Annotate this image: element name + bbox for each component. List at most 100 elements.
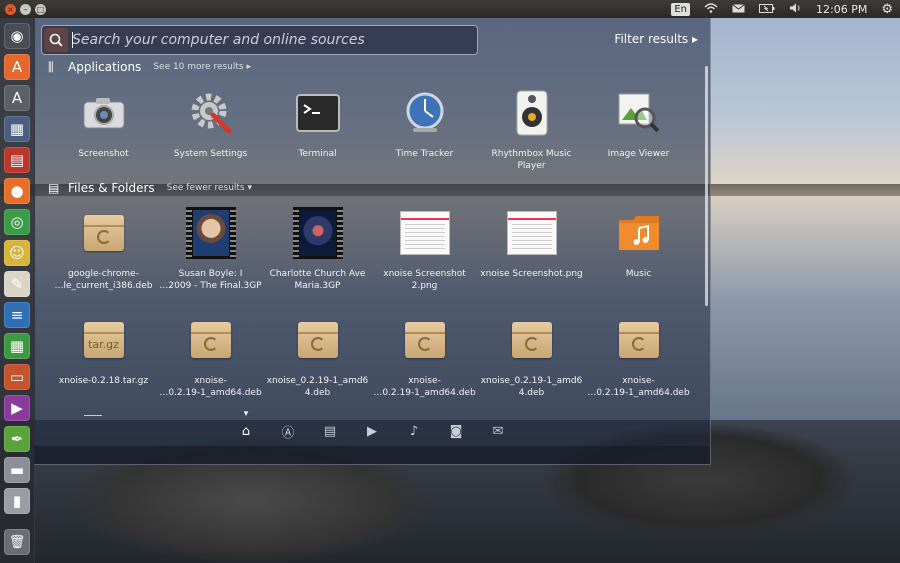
launcher-drive[interactable]: ▬ <box>4 457 30 483</box>
wifi-icon[interactable] <box>704 2 718 16</box>
filter-results-button[interactable]: Filter results ▸ <box>614 32 698 46</box>
file-label: google-chrome- …le_current_i386.deb <box>54 269 153 291</box>
application-label: Time Tracker <box>395 149 454 159</box>
clock[interactable]: 12:06 PM <box>816 3 867 16</box>
files-lens-icon[interactable]: ▤ <box>309 424 351 439</box>
file-tile[interactable]: Susan Boyle: I …2009 - The Final.3GP <box>157 207 264 292</box>
dash: Filter results ▸ ⫼ Applications See 10 m… <box>34 18 711 465</box>
launcher-calendar[interactable]: ▤ <box>4 147 30 173</box>
preview-toolbar <box>400 218 449 220</box>
search-icon[interactable] <box>44 28 68 52</box>
files-category-icon: ▤ <box>48 181 60 195</box>
launcher-workspace-switcher[interactable]: ▦ <box>4 116 30 142</box>
launcher-chrome[interactable]: ◎ <box>4 209 30 235</box>
chrome-icon: ◎ <box>10 212 24 231</box>
video-player-icon: ▶ <box>11 398 23 417</box>
file-tile[interactable]: xnoise_0.2.19-1_amd6 4.deb <box>478 315 585 399</box>
package-box <box>618 322 659 358</box>
file-tile[interactable]: xnoise- …0.2.19-1_amd64.deb <box>157 315 264 399</box>
video-still <box>192 210 229 256</box>
see-more-results-link[interactable]: See 10 more results ▸ <box>153 62 251 72</box>
deb-package-icon <box>507 315 557 365</box>
firefox-icon: ● <box>10 181 24 200</box>
video-lens-icon[interactable]: ▶ <box>351 424 393 439</box>
launcher-trash[interactable]: 🗑 <box>4 529 30 555</box>
launcher-writer[interactable]: ≡ <box>4 302 30 328</box>
package-box: tar.gz <box>83 322 124 358</box>
music-folder-icon <box>614 208 664 258</box>
application-tile[interactable]: Screenshot <box>50 88 157 160</box>
file-tile[interactable]: xnoise Screenshot 2.png <box>371 208 478 292</box>
ubuntu-dash-icon: ◉ <box>10 26 24 45</box>
launcher-firefox[interactable]: ● <box>4 178 30 204</box>
package-box <box>404 322 445 358</box>
file-label: xnoise- …0.2.19-1_amd64.deb <box>159 376 262 398</box>
update-manager-icon: A <box>11 88 23 107</box>
file-label: xnoise-0.2.18.tar.gz <box>58 376 149 386</box>
volume-icon[interactable] <box>789 3 802 16</box>
package-box <box>511 322 552 358</box>
window-close-button[interactable]: × <box>5 3 16 15</box>
application-label: Terminal <box>298 149 337 159</box>
lens-bar: ⌂Ⓐ▤▶♪◙✉ <box>34 409 710 446</box>
indicator-area: En 12:06 PM ⚙ <box>664 0 900 18</box>
search-input[interactable] <box>72 26 472 54</box>
file-label: xnoise Screenshot 2.png <box>383 269 466 291</box>
window-maximize-button[interactable]: □ <box>35 3 46 15</box>
file-tile[interactable]: xnoise_0.2.19-1_amd6 4.deb <box>264 315 371 399</box>
terminal-icon <box>293 88 343 138</box>
video-thumbnail <box>292 207 343 259</box>
debian-swirl <box>417 337 432 351</box>
launcher-update-manager[interactable]: A <box>4 85 30 111</box>
keyboard-layout-indicator[interactable]: En <box>671 2 691 16</box>
preview-content <box>511 224 552 250</box>
screenshot-thumbnail <box>506 208 557 258</box>
music-lens-icon[interactable]: ♪ <box>393 424 435 439</box>
launcher-text-editor[interactable]: ✎ <box>4 271 30 297</box>
calc-icon: ▦ <box>9 336 25 355</box>
file-label: Charlotte Church Ave Maria.3GP <box>269 269 366 291</box>
applications-lens-icon[interactable]: Ⓐ <box>267 422 309 441</box>
see-fewer-results-link[interactable]: See fewer results ▾ <box>167 183 252 193</box>
applications-title: Applications <box>68 60 142 74</box>
dash-edge <box>34 446 710 464</box>
file-tile[interactable]: xnoise Screenshot.png <box>478 208 585 280</box>
launcher-usb-drive[interactable]: ▮ <box>4 488 30 514</box>
video-thumbnail <box>185 207 236 259</box>
application-tile[interactable]: Rhythmbox Music Player <box>478 88 585 172</box>
launcher-ubuntu-dash[interactable]: ◉ <box>4 23 30 49</box>
debian-swirl <box>96 230 111 244</box>
file-tile[interactable]: xnoise- …0.2.19-1_amd64.deb <box>371 315 478 399</box>
window-minimize-button[interactable]: – <box>20 3 31 15</box>
file-tile[interactable]: xnoise- …0.2.19-1_amd64.deb <box>585 315 692 399</box>
file-label: xnoise- …0.2.19-1_amd64.deb <box>373 376 476 398</box>
gear-icon[interactable]: ⚙ <box>881 2 893 17</box>
application-tile[interactable]: Terminal <box>264 88 371 160</box>
video-still <box>299 210 336 256</box>
launcher-impress[interactable]: ▭ <box>4 364 30 390</box>
file-tile[interactable]: Charlotte Church Ave Maria.3GP <box>264 207 371 292</box>
file-tile[interactable]: google-chrome- …le_current_i386.deb <box>50 208 157 292</box>
launcher-software-center[interactable]: A <box>4 54 30 80</box>
social-lens-icon[interactable]: ✉ <box>477 424 519 439</box>
deb-package-icon <box>293 315 343 365</box>
file-tile[interactable]: Music <box>585 208 692 280</box>
photo-lens-icon[interactable]: ◙ <box>435 424 477 439</box>
launcher-calc[interactable]: ▦ <box>4 333 30 359</box>
usb-drive-icon: ▮ <box>12 491 22 510</box>
search-box[interactable] <box>41 25 478 55</box>
application-tile[interactable]: System Settings <box>157 88 264 160</box>
launcher-video-player[interactable]: ▶ <box>4 395 30 421</box>
application-tile[interactable]: Image Viewer <box>585 88 692 160</box>
launcher-pidgin[interactable]: ☺ <box>4 240 30 266</box>
results-scrollbar[interactable] <box>705 66 708 306</box>
writer-icon: ≡ <box>10 305 24 324</box>
package-box <box>83 215 124 251</box>
application-tile[interactable]: Time Tracker <box>371 88 478 160</box>
launcher-inkscape[interactable]: ✒ <box>4 426 30 452</box>
applications-category-icon: ⫼ <box>48 60 54 74</box>
file-tile[interactable]: tar.gz xnoise-0.2.18.tar.gz <box>50 315 157 387</box>
mail-icon[interactable] <box>732 3 745 16</box>
home-lens-icon[interactable]: ⌂ <box>225 409 267 439</box>
battery-icon[interactable] <box>759 3 775 16</box>
